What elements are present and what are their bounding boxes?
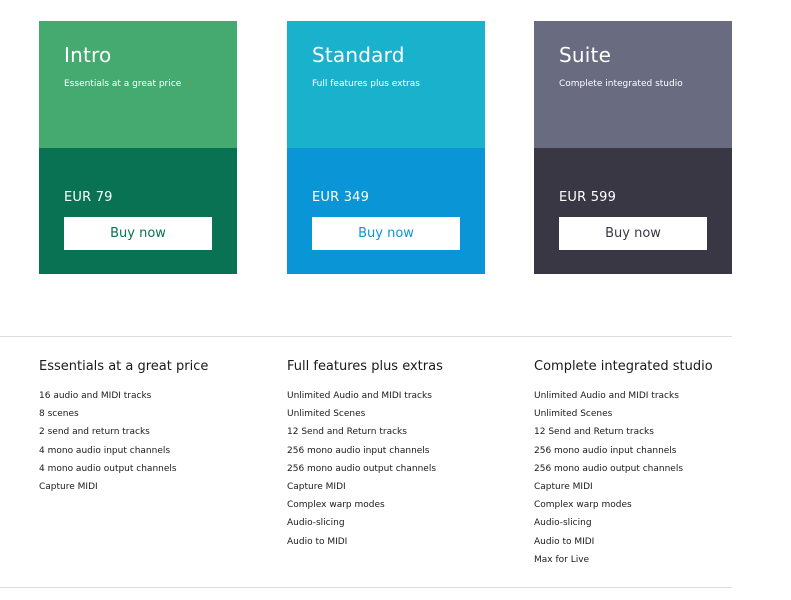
feature-column-suite: Complete integrated studio Unlimited Aud… [534, 359, 764, 569]
feature-item: Complex warp modes [287, 500, 385, 511]
feature-item: Capture MIDI [287, 482, 346, 493]
feature-item: 12 Send and Return tracks [534, 427, 654, 438]
plan-name: Standard [312, 43, 405, 67]
buy-now-button-intro[interactable]: Buy now [64, 217, 212, 250]
feature-item: Capture MIDI [39, 482, 98, 493]
section-divider-bottom [0, 587, 732, 588]
feature-item: 256 mono audio output channels [534, 463, 684, 474]
feature-item: 8 scenes [39, 409, 79, 420]
feature-item: 2 send and return tracks [39, 427, 150, 438]
feature-item: 256 mono audio input channels [534, 445, 677, 456]
buy-now-button-suite[interactable]: Buy now [559, 217, 707, 250]
plan-card-footer: EUR 349 Buy now [287, 148, 485, 274]
feature-item: 16 audio and MIDI tracks [39, 391, 152, 401]
plan-card-header: Standard Full features plus extras [287, 21, 485, 148]
plan-name: Intro [64, 43, 112, 67]
feature-item: 256 mono audio output channels [287, 463, 437, 474]
feature-list: Unlimited Audio and MIDI tracks Unlimite… [534, 387, 764, 569]
feature-item: 256 mono audio input channels [287, 445, 430, 456]
feature-item: Unlimited Scenes [287, 409, 366, 420]
feature-column-intro: Essentials at a great price 16 audio and… [39, 359, 269, 496]
feature-item: Capture MIDI [534, 482, 593, 493]
plan-tagline: Full features plus extras [312, 79, 420, 89]
plan-card-footer: EUR 599 Buy now [534, 148, 732, 274]
feature-item: Max for Live [534, 554, 590, 565]
feature-item: Complex warp modes [534, 500, 632, 511]
plan-card-suite: Suite Complete integrated studio EUR 599… [534, 21, 732, 274]
plan-price: EUR 349 [312, 190, 370, 205]
plan-tagline: Complete integrated studio [559, 79, 683, 89]
feature-item: 4 mono audio input channels [39, 445, 171, 456]
feature-item: Unlimited Scenes [534, 409, 613, 420]
plan-card-header: Intro Essentials at a great price [39, 21, 237, 148]
plan-name: Suite [559, 43, 612, 67]
feature-item: Audio-slicing [287, 518, 345, 529]
plan-card-footer: EUR 79 Buy now [39, 148, 237, 274]
plan-price: EUR 79 [64, 190, 113, 205]
plan-card-intro: Intro Essentials at a great price EUR 79… [39, 21, 237, 274]
plan-card-standard: Standard Full features plus extras EUR 3… [287, 21, 485, 274]
feature-column-heading: Full features plus extras [287, 359, 443, 374]
feature-list: Unlimited Audio and MIDI tracks Unlimite… [287, 387, 517, 551]
feature-item: 12 Send and Return tracks [287, 427, 407, 438]
section-divider-top [0, 336, 732, 337]
plan-tagline: Essentials at a great price [64, 79, 182, 89]
buy-now-button-standard[interactable]: Buy now [312, 217, 460, 250]
feature-item: 4 mono audio output channels [39, 463, 177, 474]
feature-list: 16 audio and MIDI tracks 8 scenes 2 send… [39, 387, 269, 496]
feature-item: Unlimited Audio and MIDI tracks [287, 391, 432, 401]
feature-item: Audio to MIDI [534, 536, 595, 547]
feature-item: Unlimited Audio and MIDI tracks [534, 391, 679, 401]
plan-card-header: Suite Complete integrated studio [534, 21, 732, 148]
feature-column-heading: Complete integrated studio [534, 359, 713, 374]
feature-item: Audio-slicing [534, 518, 592, 529]
feature-item: Audio to MIDI [287, 536, 348, 547]
feature-column-heading: Essentials at a great price [39, 359, 209, 374]
feature-column-standard: Full features plus extras Unlimited Audi… [287, 359, 517, 551]
plan-price: EUR 599 [559, 190, 617, 205]
